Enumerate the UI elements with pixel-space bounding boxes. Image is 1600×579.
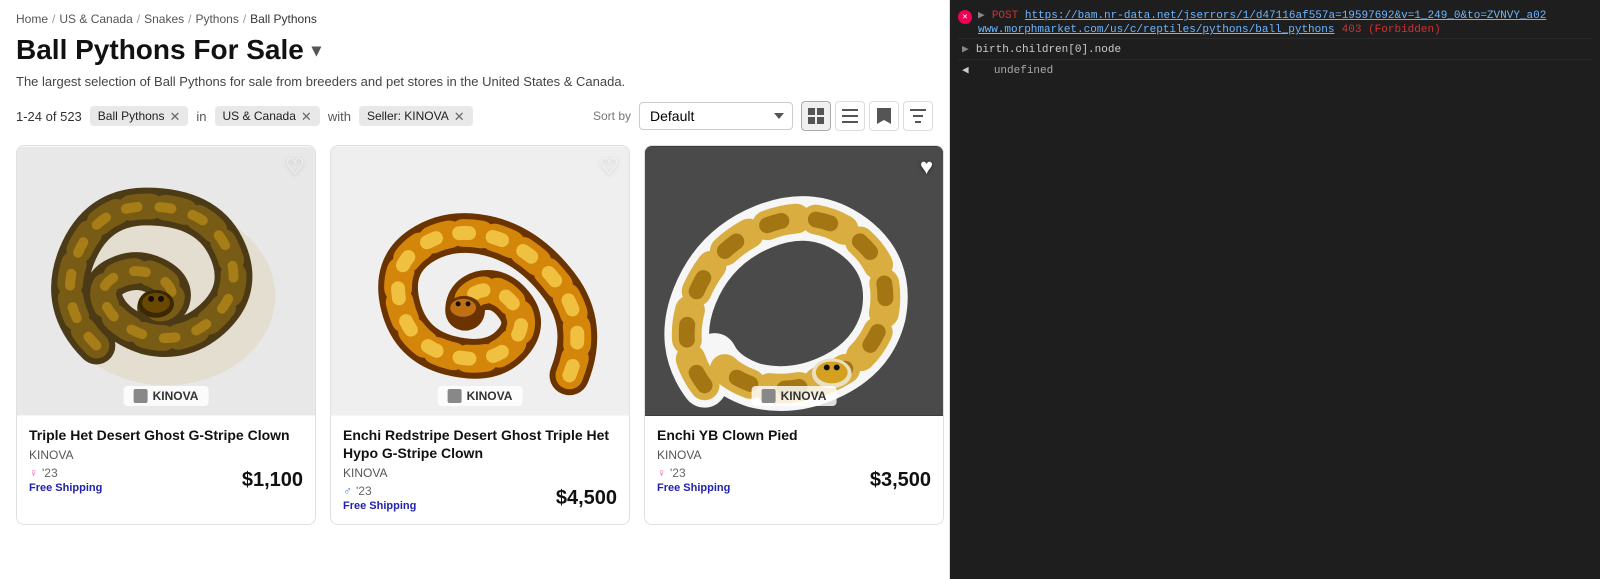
product-card-2[interactable]: ♡ KINOVA Enchi Redstripe Desert Ghost Tr… [330, 145, 630, 525]
card-shipping-2: Free Shipping [343, 500, 416, 512]
filter-tag-seller-kinova: Seller: KINOVA ✕ [359, 106, 473, 126]
card-shipping-3: Free Shipping [657, 482, 730, 494]
main-panel: Home / US & Canada / Snakes / Pythons / … [0, 0, 950, 579]
breadcrumb-sep-2: / [137, 12, 140, 26]
remove-filter-seller-kinova[interactable]: ✕ [454, 110, 465, 123]
console-birth-arrow[interactable]: ▶ [962, 44, 969, 56]
card-seller-1: KINOVA [29, 448, 303, 462]
snake-illustration-2 [331, 146, 629, 416]
card-meta-3: ♀ '23 Free Shipping [657, 466, 730, 494]
card-info-2: Enchi Redstripe Desert Ghost Triple Het … [331, 416, 629, 524]
card-title-2: Enchi Redstripe Desert Ghost Triple Het … [343, 426, 617, 462]
seller-logo-2 [448, 389, 462, 403]
saved-view-button[interactable] [869, 101, 899, 131]
card-title-3: Enchi YB Clown Pied [657, 426, 931, 444]
product-grid: ♡ KINOVA Triple Het Desert Ghost G-Strip… [16, 145, 933, 525]
wishlist-button-3[interactable]: ♥ [920, 156, 933, 178]
card-meta-2: ♂ '23 Free Shipping [343, 484, 416, 512]
filter-bar: 1-24 of 523 Ball Pythons ✕ in US & Canad… [16, 101, 933, 131]
filter-button[interactable] [903, 101, 933, 131]
view-icons [801, 101, 933, 131]
product-card-3[interactable]: ♥ KINOVA Enchi YB Clown Pied KINOVA ♀ '2… [644, 145, 944, 525]
console-birth-row: ▶ birth.children[0].node [958, 39, 1592, 60]
console-birth-text: birth.children[0].node [976, 44, 1121, 56]
card-image-1: ♡ KINOVA [17, 146, 315, 416]
card-image-3: ♥ KINOVA [645, 146, 943, 416]
filter-with-label: with [328, 109, 351, 124]
card-image-2: ♡ KINOVA [331, 146, 629, 416]
console-undefined-arrow[interactable]: ◀ [962, 65, 969, 77]
console-undefined-text: undefined [976, 65, 1053, 77]
card-bottom-3: ♀ '23 Free Shipping $3,500 [657, 466, 931, 494]
page-title: Ball Pythons For Sale ▾ [16, 34, 933, 66]
filter-tag-us-canada: US & Canada ✕ [215, 106, 320, 126]
console-error-row: ✕ ▶ POST https://bam.nr-data.net/jserror… [958, 6, 1592, 39]
sex-icon-3: ♀ [657, 466, 666, 480]
title-dropdown-icon[interactable]: ▾ [312, 40, 321, 61]
console-status: 403 (Forbidden) [1342, 24, 1441, 36]
console-undefined-row: ◀ undefined [958, 60, 1592, 80]
seller-logo-3 [762, 389, 776, 403]
card-price-3: $3,500 [870, 469, 931, 492]
remove-filter-ball-pythons[interactable]: ✕ [169, 110, 180, 123]
sort-label: Sort by [593, 109, 631, 123]
seller-badge-1: KINOVA [124, 386, 209, 406]
breadcrumb-current: Ball Pythons [250, 12, 317, 26]
filter-in-label: in [196, 109, 206, 124]
card-sex-year-2: ♂ '23 [343, 484, 416, 498]
card-meta-1: ♀ '23 Free Shipping [29, 466, 102, 494]
seller-badge-2: KINOVA [438, 386, 523, 406]
breadcrumb-pythons[interactable]: Pythons [195, 12, 238, 26]
remove-filter-us-canada[interactable]: ✕ [301, 110, 312, 123]
card-shipping-1: Free Shipping [29, 482, 102, 494]
breadcrumb-sep-3: / [188, 12, 191, 26]
snake-illustration-1 [17, 146, 315, 416]
console-url-2[interactable]: www.morphmarket.com/us/c/reptiles/python… [978, 24, 1334, 36]
breadcrumb: Home / US & Canada / Snakes / Pythons / … [16, 12, 933, 26]
console-expand-arrow[interactable]: ▶ [978, 10, 985, 22]
seller-badge-3: KINOVA [752, 386, 837, 406]
list-view-button[interactable] [835, 101, 865, 131]
sex-icon-1: ♀ [29, 466, 38, 480]
card-bottom-1: ♀ '23 Free Shipping $1,100 [29, 466, 303, 494]
sex-icon-2: ♂ [343, 484, 352, 498]
breadcrumb-us-canada[interactable]: US & Canada [59, 12, 132, 26]
console-url-1[interactable]: https://bam.nr-data.net/jserrors/1/d4711… [1025, 10, 1547, 22]
console-error-icon: ✕ [958, 10, 972, 24]
card-bottom-2: ♂ '23 Free Shipping $4,500 [343, 484, 617, 512]
card-price-1: $1,100 [242, 469, 303, 492]
card-seller-2: KINOVA [343, 466, 617, 480]
card-sex-year-1: ♀ '23 [29, 466, 102, 480]
dev-console-panel: ✕ ▶ POST https://bam.nr-data.net/jserror… [950, 0, 1600, 579]
wishlist-button-2[interactable]: ♡ [599, 156, 619, 178]
card-price-2: $4,500 [556, 487, 617, 510]
card-sex-year-3: ♀ '23 [657, 466, 730, 480]
page-subtitle: The largest selection of Ball Pythons fo… [16, 74, 933, 89]
sort-select[interactable]: Default Price: Low to High Price: High t… [639, 102, 793, 130]
console-method: POST [992, 10, 1025, 22]
seller-logo-1 [134, 389, 148, 403]
filter-tag-ball-pythons: Ball Pythons ✕ [90, 106, 189, 126]
snake-illustration-3 [645, 146, 943, 416]
card-seller-3: KINOVA [657, 448, 931, 462]
product-card-1[interactable]: ♡ KINOVA Triple Het Desert Ghost G-Strip… [16, 145, 316, 525]
grid-view-button[interactable] [801, 101, 831, 131]
breadcrumb-home[interactable]: Home [16, 12, 48, 26]
breadcrumb-snakes[interactable]: Snakes [144, 12, 184, 26]
card-info-3: Enchi YB Clown Pied KINOVA ♀ '23 Free Sh… [645, 416, 943, 506]
card-title-1: Triple Het Desert Ghost G-Stripe Clown [29, 426, 303, 444]
card-info-1: Triple Het Desert Ghost G-Stripe Clown K… [17, 416, 315, 506]
result-count: 1-24 of 523 [16, 109, 82, 124]
breadcrumb-sep-1: / [52, 12, 55, 26]
wishlist-button-1[interactable]: ♡ [285, 156, 305, 178]
breadcrumb-sep-4: / [243, 12, 246, 26]
